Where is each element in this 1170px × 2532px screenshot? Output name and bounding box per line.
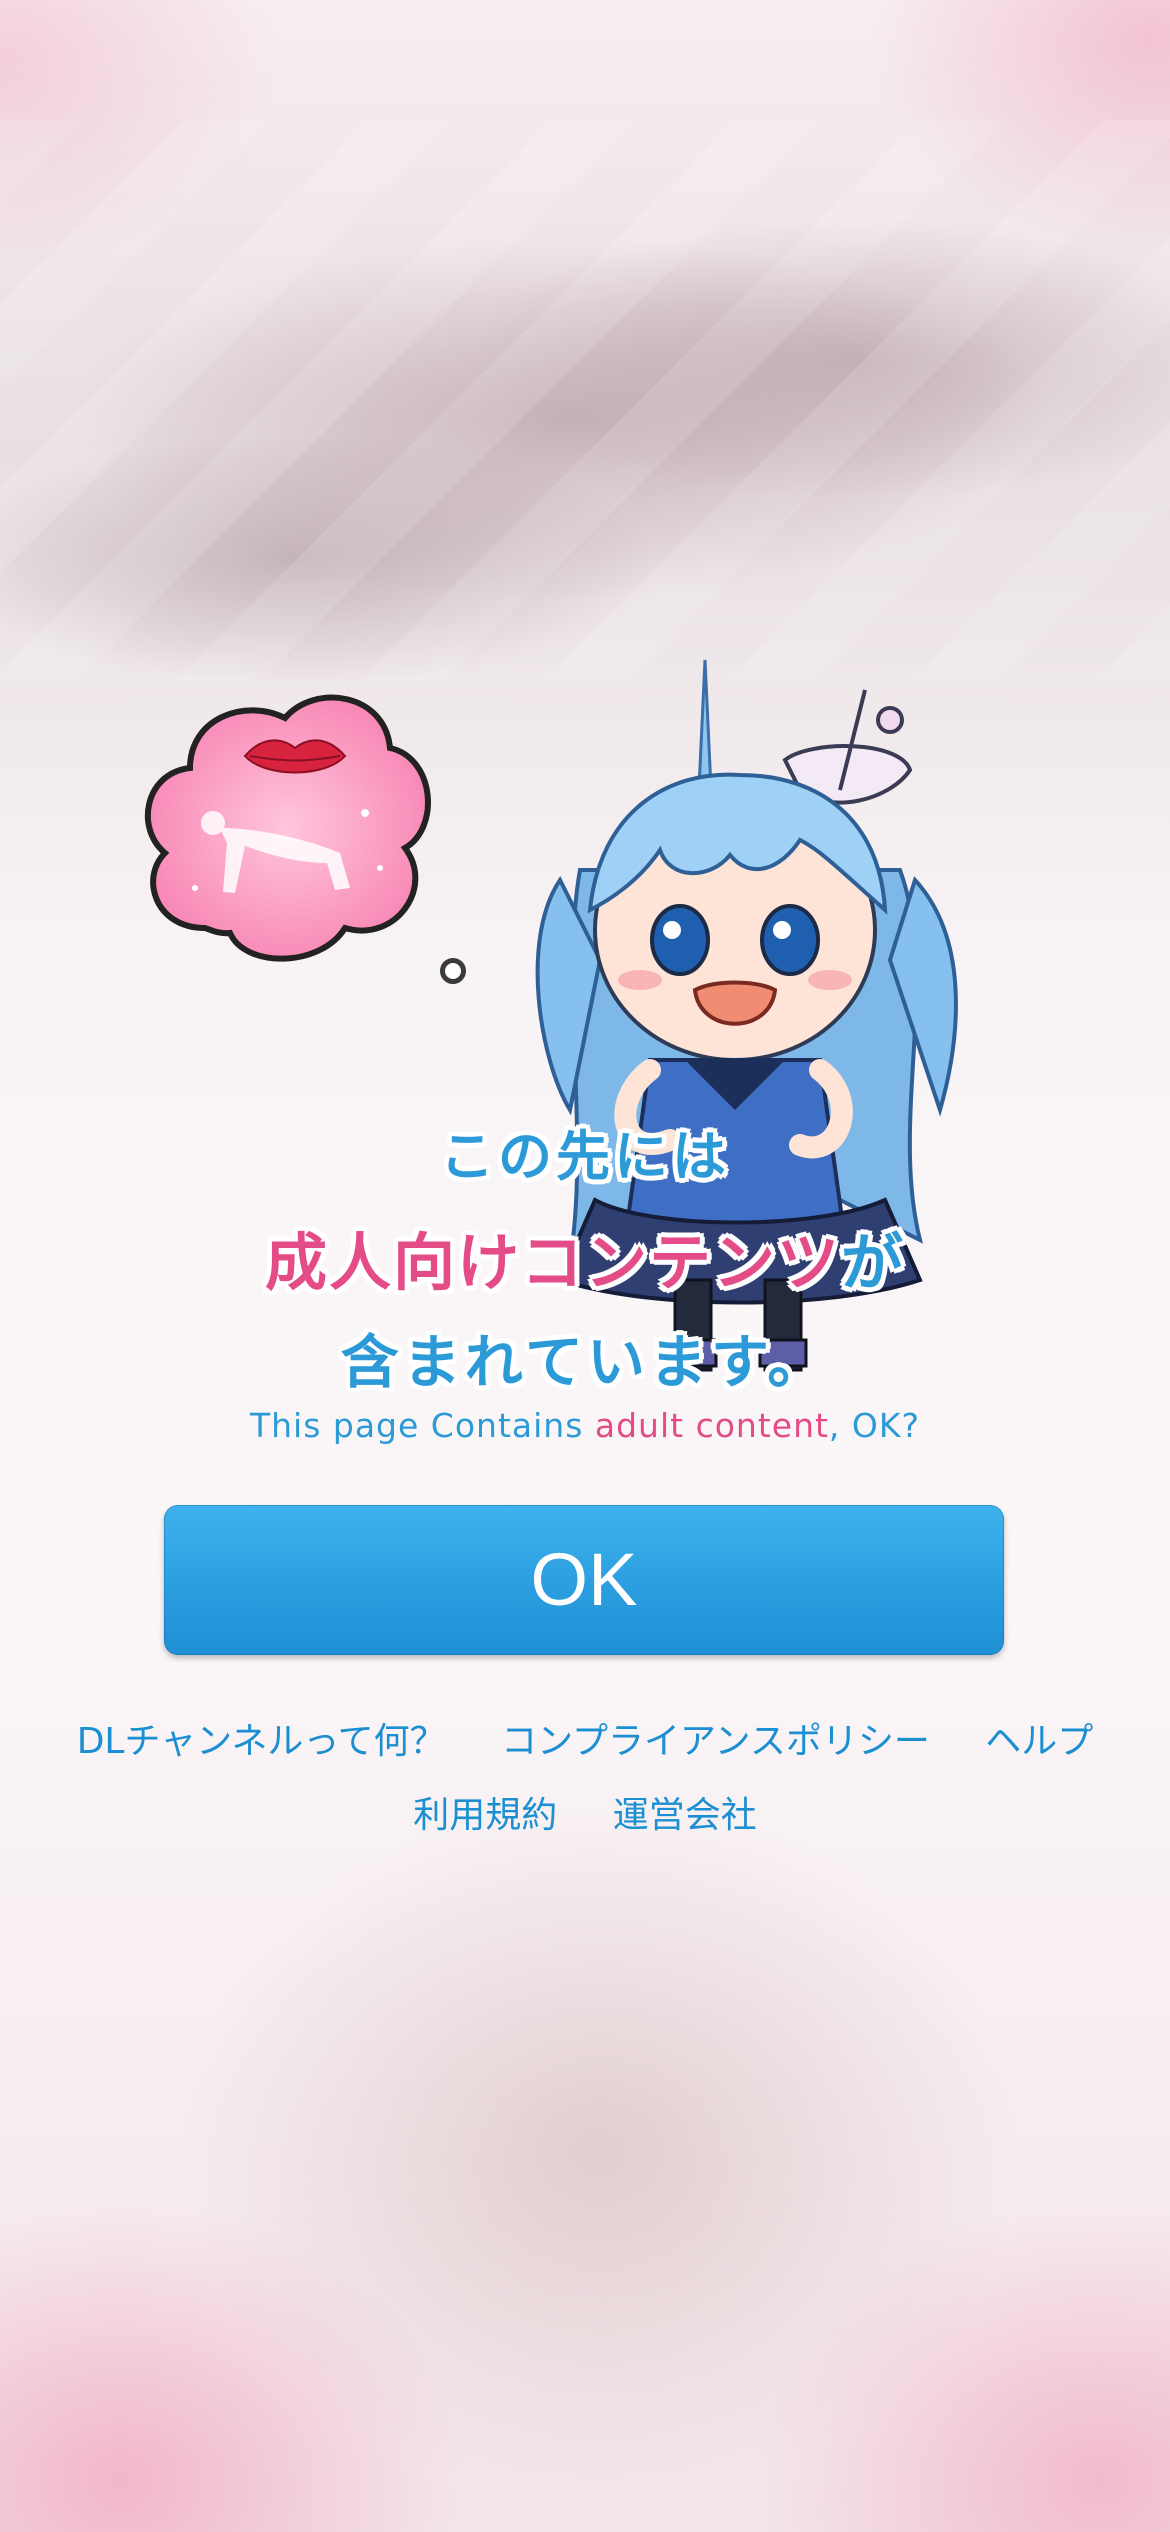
- footer-links-row-1: DLチャンネルって何？ コンプライアンスポリシー ヘルプ: [0, 1712, 1170, 1764]
- english-notice: This page Contains adult content, OK?: [0, 1406, 1170, 1445]
- link-help[interactable]: ヘルプ: [985, 1721, 1093, 1762]
- background-stripes: [0, 120, 1170, 680]
- headline-line-2: 成人向けコンテンツが: [0, 1212, 1170, 1302]
- link-compliance-policy[interactable]: コンプライアンスポリシー: [501, 1721, 930, 1762]
- link-what-is-dl-channel[interactable]: DLチャンネルって何？: [77, 1721, 446, 1762]
- link-terms-of-use[interactable]: 利用規約: [413, 1795, 557, 1836]
- headline-particle: が: [841, 1226, 906, 1299]
- headline-line-1: この先には: [440, 1125, 730, 1188]
- link-operating-company[interactable]: 運営会社: [613, 1795, 757, 1836]
- ok-button[interactable]: OK: [164, 1505, 1004, 1655]
- english-notice-part1: This page Contains: [249, 1406, 595, 1445]
- english-notice-part3: , OK?: [828, 1406, 921, 1445]
- footer-links-row-2: 利用規約 運営会社: [0, 1786, 1170, 1838]
- english-notice-adult: adult content: [594, 1406, 829, 1445]
- thought-bubble-icon: [144, 694, 431, 962]
- thought-dot-icon: [440, 958, 466, 984]
- headline-adult-content: 成人向けコンテンツ: [264, 1226, 841, 1299]
- headline-line-3: 含まれています。: [340, 1328, 830, 1396]
